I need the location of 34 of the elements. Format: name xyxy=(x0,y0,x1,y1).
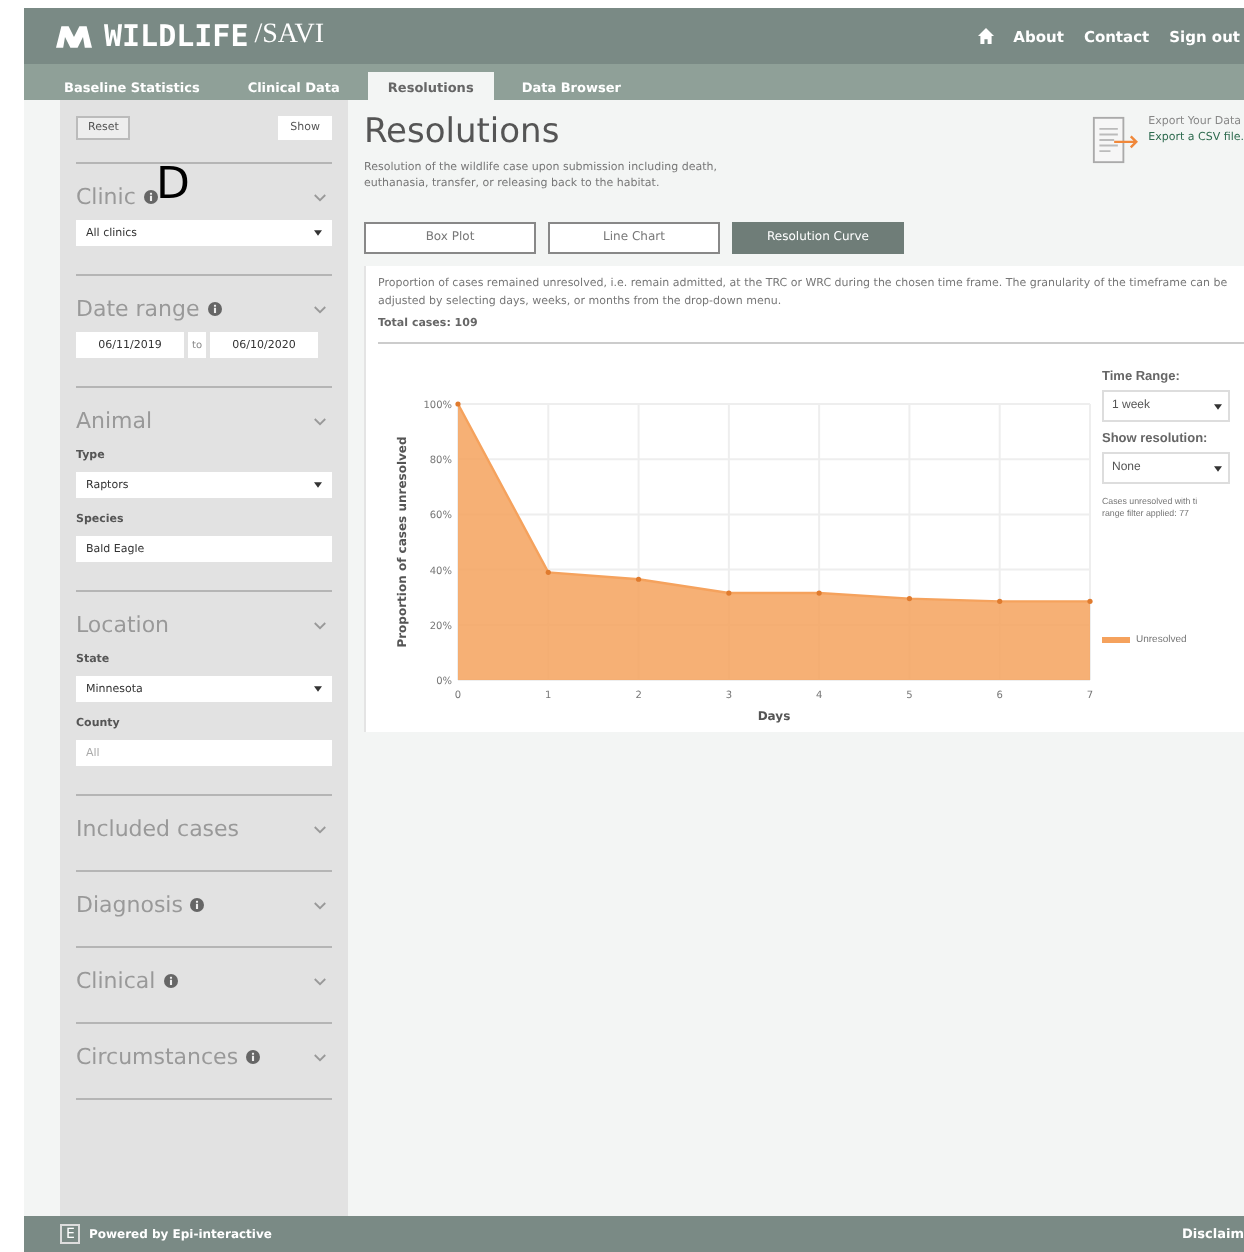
section-title[interactable]: Clinic xyxy=(76,184,136,210)
info-icon[interactable] xyxy=(163,974,178,988)
chevron-icon[interactable] xyxy=(314,417,326,425)
caret-icon xyxy=(1214,465,1222,472)
chevron-icon[interactable] xyxy=(314,1053,326,1061)
section-title[interactable]: Location xyxy=(76,612,170,638)
brand-name: WILDLIFE xyxy=(104,18,249,54)
chevron-icon[interactable] xyxy=(314,193,326,201)
section-title[interactable]: Date range xyxy=(76,296,200,322)
document-export-icon[interactable] xyxy=(1092,116,1141,164)
caret-icon xyxy=(314,482,322,488)
chevron-icon[interactable] xyxy=(314,305,326,313)
chevron-icon[interactable] xyxy=(314,901,326,909)
section-title[interactable]: Included cases xyxy=(76,816,240,842)
overlay-letter: D xyxy=(156,164,190,208)
caret-icon xyxy=(314,230,322,236)
caret-icon xyxy=(314,686,322,692)
logo-icon xyxy=(56,25,92,47)
info-icon[interactable] xyxy=(246,1050,261,1064)
section-title[interactable]: Diagnosis xyxy=(76,892,183,918)
chevron-icon[interactable] xyxy=(314,621,326,629)
info-icon[interactable] xyxy=(207,302,222,316)
section-title[interactable]: Animal xyxy=(76,408,153,434)
legend-swatch-icon xyxy=(1102,635,1130,643)
caret-icon xyxy=(1214,403,1222,410)
chevron-icon[interactable] xyxy=(314,977,326,985)
info-icon[interactable] xyxy=(190,898,205,912)
chevron-icon[interactable] xyxy=(314,825,326,833)
home-icon[interactable] xyxy=(977,28,994,44)
info-icon[interactable] xyxy=(143,190,158,204)
section-title[interactable]: Circumstances xyxy=(76,1044,239,1070)
brand-sub: /SAVI xyxy=(254,20,325,52)
page-title: Resolutions xyxy=(364,112,562,152)
section-title[interactable]: Clinical xyxy=(76,968,156,994)
